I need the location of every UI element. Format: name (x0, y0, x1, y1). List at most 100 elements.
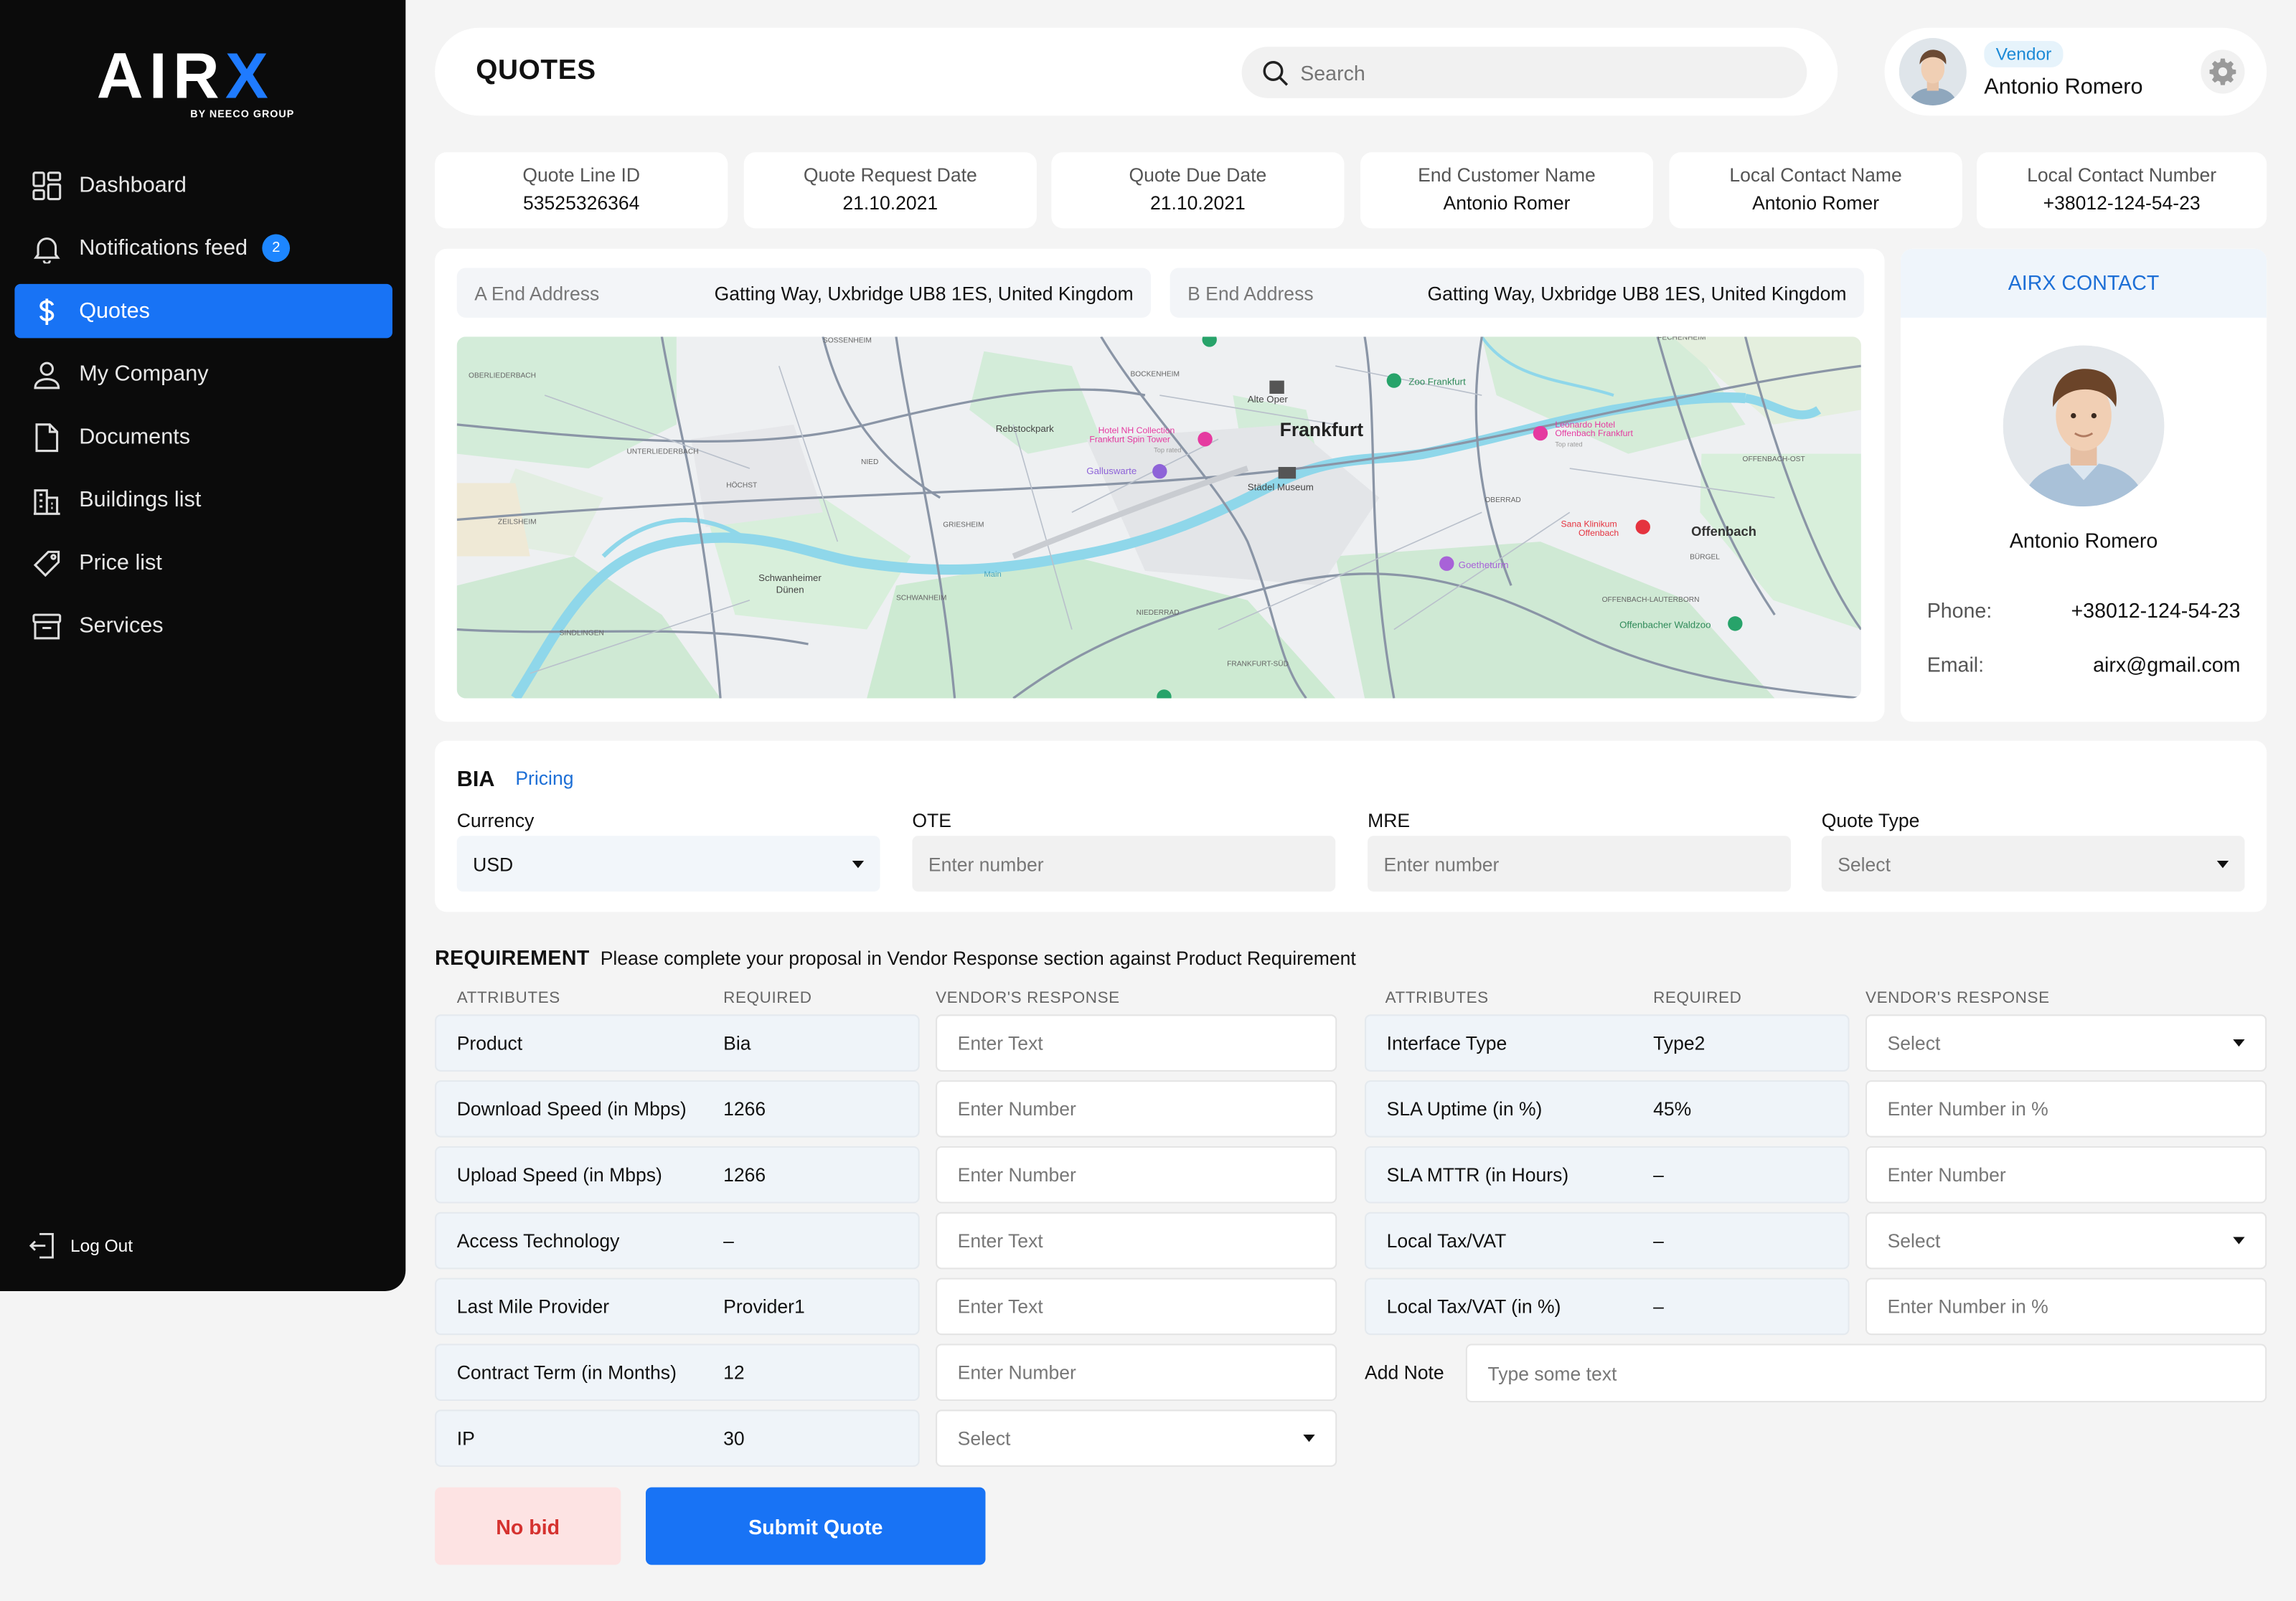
svg-text:Städel Museum: Städel Museum (1248, 482, 1314, 493)
svg-text:Main: Main (984, 570, 1001, 579)
col-required-left: REQUIRED (723, 989, 812, 1008)
col-attributes-right: ATTRIBUTES (1385, 989, 1489, 1008)
svg-text:Offenbach: Offenbach (1578, 528, 1619, 538)
required-value: 12 (723, 1361, 745, 1384)
mre-placeholder: Enter number (1383, 852, 1500, 875)
sidebar-item-buildings[interactable]: Buildings list (14, 473, 392, 527)
sidebar-item-services[interactable]: Services (14, 599, 392, 653)
vendor-response-input[interactable]: Enter Text (936, 1278, 1337, 1336)
info-label: Quote Request Date (803, 164, 977, 186)
top-bar: QUOTES (435, 27, 1838, 116)
note-input[interactable]: Type some text (1465, 1343, 2267, 1403)
vendor-response-input[interactable]: Enter Number in % (1865, 1080, 2267, 1138)
building-icon (32, 486, 62, 515)
page-title: QUOTES (476, 55, 596, 87)
required-value: Provider1 (723, 1295, 805, 1318)
sidebar-item-label: Services (79, 613, 164, 638)
mre-input[interactable]: Enter number (1368, 836, 1791, 892)
vendor-response-input[interactable]: Enter Number (1865, 1146, 2267, 1204)
attribute-name: Contract Term (in Months) (456, 1361, 677, 1384)
dollar-icon (32, 296, 62, 326)
b-end-address-value: Gatting Way, Uxbridge UB8 1ES, United Ki… (1427, 281, 1847, 304)
email-value[interactable]: airx@gmail.com (2093, 653, 2240, 676)
attribute-name: SLA MTTR (in Hours) (1386, 1163, 1569, 1186)
svg-text:SINDLINGEN: SINDLINGEN (560, 630, 604, 638)
sidebar-item-my-company[interactable]: My Company (14, 347, 392, 402)
sidebar-item-label: Quotes (79, 298, 150, 324)
phone-value[interactable]: +38012-124-54-23 (2071, 599, 2240, 623)
sidebar-item-label: My Company (79, 362, 209, 387)
vendor-response-select[interactable]: Select (936, 1409, 1337, 1467)
vendor-response-input[interactable]: Enter Number in % (1865, 1278, 2267, 1336)
vendor-response-select[interactable]: Select (1865, 1212, 2267, 1270)
user-profile-card[interactable]: Vendor Antonio Romero (1884, 27, 2267, 116)
submit-quote-button[interactable]: Submit Quote (645, 1487, 986, 1565)
logout-button[interactable]: Log Out (29, 1232, 133, 1259)
quote-line-id-card: Quote Line ID 53525326364 (435, 152, 728, 229)
svg-text:SCHWANHEIM: SCHWANHEIM (896, 595, 946, 603)
response-placeholder: Select (1887, 1229, 1941, 1252)
airx-logo[interactable]: AIRX BY NEECO GROUP (96, 41, 308, 126)
sidebar-item-dashboard[interactable]: Dashboard (14, 158, 392, 212)
quote-type-select[interactable]: Select (1821, 836, 2245, 892)
svg-text:OBERLIEDERBACH: OBERLIEDERBACH (469, 372, 536, 380)
settings-button[interactable] (2201, 49, 2245, 94)
add-note-label: Add Note (1365, 1361, 1444, 1384)
attribute-name: Last Mile Provider (456, 1295, 610, 1318)
contact-email-row: Email: airx@gmail.com (1927, 653, 2241, 676)
sidebar-item-notifications[interactable]: Notifications feed 2 (14, 221, 392, 275)
svg-text:BÜRGEL: BÜRGEL (1690, 553, 1720, 562)
svg-text:Galluswarte: Galluswarte (1086, 466, 1137, 476)
svg-text:FECHENHEIM: FECHENHEIM (1657, 336, 1705, 341)
info-value: +38012-124-54-23 (2043, 192, 2201, 214)
sidebar-item-price-list[interactable]: Price list (14, 536, 392, 590)
response-placeholder: Select (957, 1427, 1011, 1450)
sidebar-nav: Dashboard Notifications feed 2 Quotes My… (14, 158, 392, 661)
vendor-response-input[interactable]: Enter Number (936, 1146, 1337, 1204)
b-end-address-label: B End Address (1187, 281, 1314, 304)
sidebar: AIRX BY NEECO GROUP Dashboard Notificati… (0, 0, 406, 1291)
airx-contact-card: AIRX CONTACT Antonio Romero Phone: +3801… (1900, 248, 2267, 722)
required-value: 1266 (723, 1163, 766, 1186)
sidebar-item-documents[interactable]: Documents (14, 410, 392, 464)
tag-icon (32, 548, 62, 577)
sidebar-item-quotes[interactable]: Quotes (14, 283, 392, 339)
response-placeholder: Enter Number in % (1887, 1295, 2048, 1318)
note-placeholder: Type some text (1487, 1361, 1617, 1384)
search-box[interactable] (1241, 47, 1807, 98)
svg-text:Zoo Frankfurt: Zoo Frankfurt (1408, 377, 1466, 387)
svg-text:Schwanheimer: Schwanheimer (758, 572, 822, 583)
required-value: 1266 (723, 1097, 766, 1120)
svg-text:NIEDERRAD: NIEDERRAD (1137, 609, 1180, 617)
sidebar-item-label: Buildings list (79, 487, 202, 513)
vendor-response-input[interactable]: Enter Number (936, 1343, 1337, 1402)
svg-text:Rebstockpark: Rebstockpark (996, 423, 1054, 434)
svg-text:Offenbacher Waldzoo: Offenbacher Waldzoo (1619, 620, 1711, 631)
info-value: Antonio Romer (1443, 192, 1571, 214)
mre-label: MRE (1368, 809, 1411, 832)
a-end-address-label: A End Address (474, 281, 600, 304)
info-value: Antonio Romer (1752, 192, 1880, 214)
tab-pricing[interactable]: Pricing (515, 767, 573, 789)
avatar (1899, 38, 1967, 105)
route-map[interactable]: SOSSENHEIM BOCKENHEIM FECHENHEIM OBERLIE… (456, 336, 1861, 699)
vendor-response-select[interactable]: Select (1865, 1014, 2267, 1072)
response-placeholder: Select (1887, 1031, 1941, 1054)
document-icon (32, 422, 62, 452)
end-customer-name-card: End Customer Name Antonio Romer (1360, 152, 1654, 229)
ote-input[interactable]: Enter number (912, 836, 1336, 892)
logo-wordmark: AIRX (96, 41, 274, 113)
required-value: – (723, 1229, 734, 1252)
info-label: Quote Line ID (522, 164, 641, 186)
currency-select[interactable]: USD (456, 836, 880, 892)
no-bid-button[interactable]: No bid (435, 1487, 621, 1565)
response-placeholder: Enter Number (957, 1361, 1076, 1384)
search-input[interactable] (1300, 60, 1740, 85)
vendor-response-input[interactable]: Enter Number (936, 1080, 1337, 1138)
quote-type-placeholder: Select (1838, 852, 1891, 875)
quote-type-label: Quote Type (1821, 809, 1920, 832)
info-value: 21.10.2021 (842, 192, 938, 214)
vendor-response-input[interactable]: Enter Text (936, 1014, 1337, 1072)
required-value: 30 (723, 1427, 745, 1450)
vendor-response-input[interactable]: Enter Text (936, 1212, 1337, 1270)
